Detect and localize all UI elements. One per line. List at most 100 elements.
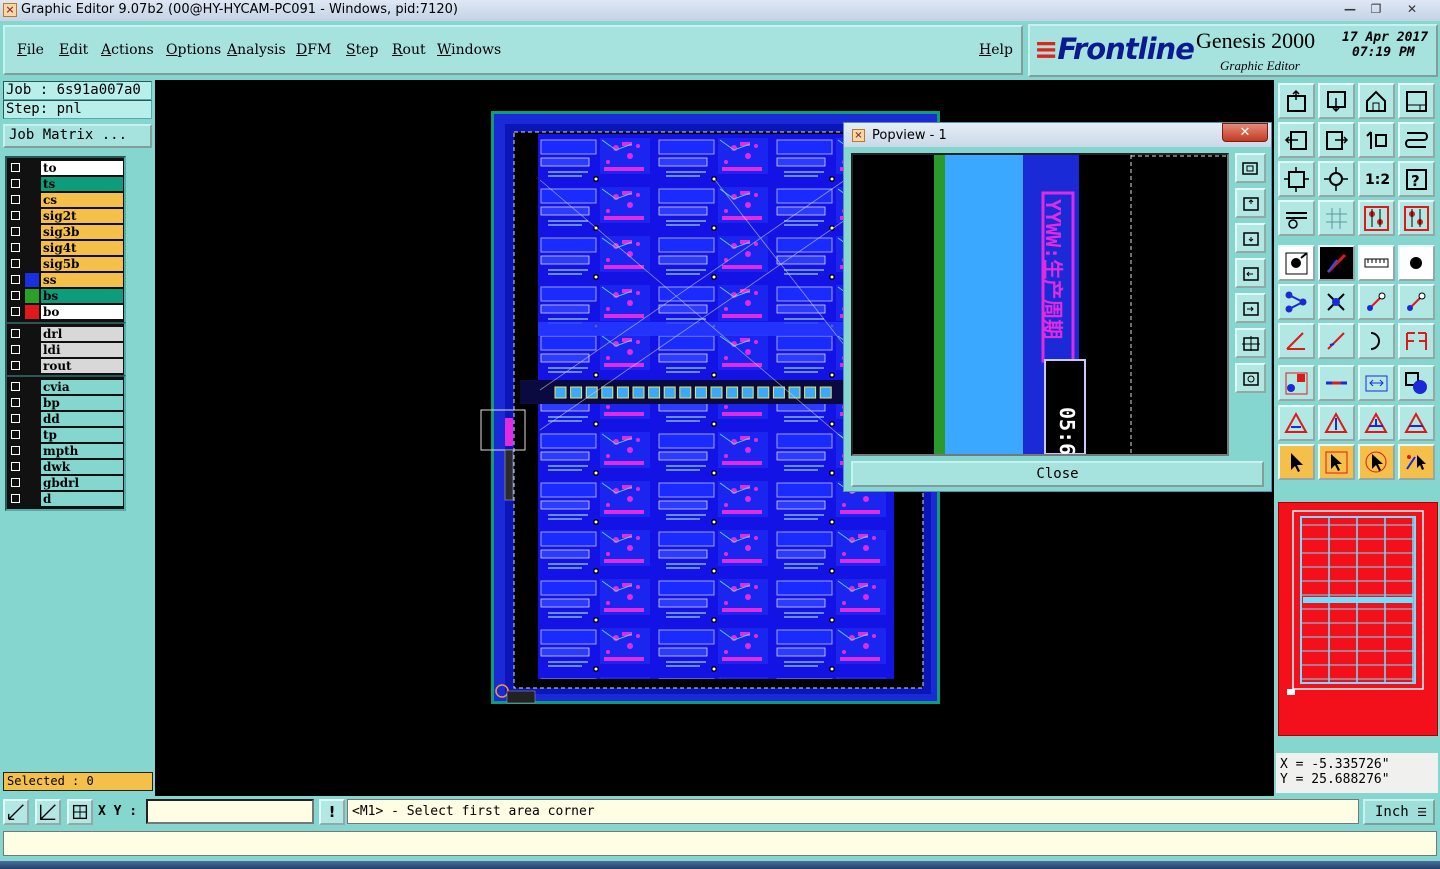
layer-row[interactable]: sig2t [7,208,124,224]
job-matrix-button[interactable]: Job Matrix ... [3,124,152,148]
layer-row[interactable]: drl [7,326,124,342]
pointer-circle-button[interactable] [1358,444,1395,480]
minimize-button[interactable]: — [1336,0,1364,18]
layer-checkbox[interactable] [11,163,20,172]
arc-button[interactable] [1358,323,1395,359]
measure-ruler-button[interactable] [1278,200,1315,236]
circle-pad-button[interactable] [1398,245,1435,281]
angle-button[interactable] [1278,323,1315,359]
layer-row[interactable]: to [7,160,124,176]
minus-line-button[interactable] [1318,365,1355,401]
layer-checkbox[interactable] [11,227,20,236]
layer-name[interactable]: drl [41,327,123,341]
layer-checkbox[interactable] [11,291,20,300]
grid-snap-icon[interactable] [67,799,93,825]
layer-checkbox[interactable] [11,243,20,252]
menu-help[interactable]: Help [979,42,1013,58]
draw-red-button[interactable] [1318,245,1355,281]
layer-checkbox[interactable] [11,398,20,407]
zoom-fit-button[interactable] [1278,161,1315,197]
layer-row[interactable]: dd [7,411,124,427]
layer-checkbox[interactable] [11,462,20,471]
layer-red-alt-button[interactable] [1398,200,1435,236]
grid-button[interactable] [1318,200,1355,236]
layer-name[interactable]: bs [41,289,123,303]
unit-selector[interactable]: Inch ☰ [1363,799,1435,825]
popview-close-button[interactable]: Close [851,461,1264,487]
help-query-button[interactable]: ? [1398,161,1435,197]
maximize-button[interactable]: ❐ [1362,0,1390,18]
pointer-multi-button[interactable] [1398,444,1435,480]
layer-name[interactable]: ss [41,273,123,287]
xy-input[interactable] [146,799,314,824]
layer-checkbox[interactable] [11,307,20,316]
layer-row[interactable]: ldi [7,342,124,358]
layer-name[interactable]: d [41,492,123,506]
layer-name[interactable]: to [41,161,123,175]
layer-name[interactable]: mpth [41,444,123,458]
snap-icon[interactable] [35,799,61,825]
layer-checkbox[interactable] [11,446,20,455]
layer-name[interactable]: dd [41,412,123,426]
layer-name[interactable]: sig3b [41,225,123,239]
pointer-button[interactable] [1278,444,1315,480]
triangle-arrow-alt-button[interactable] [1398,405,1435,441]
layer-checkbox[interactable] [11,275,20,284]
menu-windows[interactable]: Windows [437,42,501,58]
menu-analysis[interactable]: Analysis [227,42,286,58]
popview-close-icon[interactable]: ✕ [1222,123,1268,142]
triangle-button[interactable] [1278,405,1315,441]
layer-row[interactable]: d [7,491,124,507]
popview-titlebar[interactable]: × Popview - 1 ✕ [844,123,1271,147]
popview-zoom-out-icon[interactable] [1235,223,1266,253]
layer-row[interactable]: ss [7,272,124,288]
layer-row[interactable]: mpth [7,443,124,459]
window-split-button[interactable] [1398,83,1435,119]
snap-point-button[interactable] [1278,245,1315,281]
layer-row[interactable]: bo [7,304,124,320]
warning-button[interactable]: ! [319,799,345,825]
menu-dfm[interactable]: DFM [296,42,331,58]
layer-name[interactable]: cvia [41,380,123,394]
select-square-button[interactable] [1278,365,1315,401]
layer-row[interactable]: ts [7,176,124,192]
menu-edit[interactable]: Edit [59,42,88,58]
layer-name[interactable]: dwk [41,460,123,474]
popview-pan-left-icon[interactable] [1235,258,1266,288]
zoom-home-button[interactable] [1278,83,1315,119]
popview-center-icon[interactable] [1235,363,1266,393]
layer-name[interactable]: gbdrl [41,476,123,490]
node-tree-button[interactable] [1278,284,1315,320]
layer-name[interactable]: cs [41,193,123,207]
layer-checkbox[interactable] [11,414,20,423]
layer-row[interactable]: sig5b [7,256,124,272]
layer-row[interactable]: dwk [7,459,124,475]
home-button[interactable] [1358,83,1395,119]
layer-red-button[interactable] [1358,200,1395,236]
close-window-button[interactable]: ✕ [1398,0,1426,18]
fit-1-0-button[interactable] [1358,122,1395,158]
layer-row[interactable]: gbdrl [7,475,124,491]
menu-file[interactable]: File [17,42,44,58]
layer-row[interactable]: cvia [7,379,124,395]
layer-checkbox[interactable] [11,361,20,370]
triangle-arrow-button[interactable] [1358,405,1395,441]
s-curve-button[interactable] [1398,122,1435,158]
layer-name[interactable]: sig2t [41,209,123,223]
triangle-up-button[interactable] [1318,405,1355,441]
layer-row[interactable]: sig4t [7,240,124,256]
layer-name[interactable]: sig4t [41,241,123,255]
mirror-f-button[interactable] [1398,323,1435,359]
pan-left-button[interactable] [1278,122,1315,158]
zoom-page-button[interactable] [1318,83,1355,119]
zoom-area-icon[interactable] [3,799,29,825]
layer-row[interactable]: rout [7,358,124,374]
popview-zoom-window-icon[interactable] [1235,153,1266,183]
pointer-select-button[interactable] [1318,444,1355,480]
layer-row[interactable]: bp [7,395,124,411]
menu-step[interactable]: Step [346,42,378,58]
layer-checkbox[interactable] [11,430,20,439]
pan-right-button[interactable] [1318,122,1355,158]
line-point-alt-button[interactable] [1398,284,1435,320]
menu-options[interactable]: Options [166,42,221,58]
